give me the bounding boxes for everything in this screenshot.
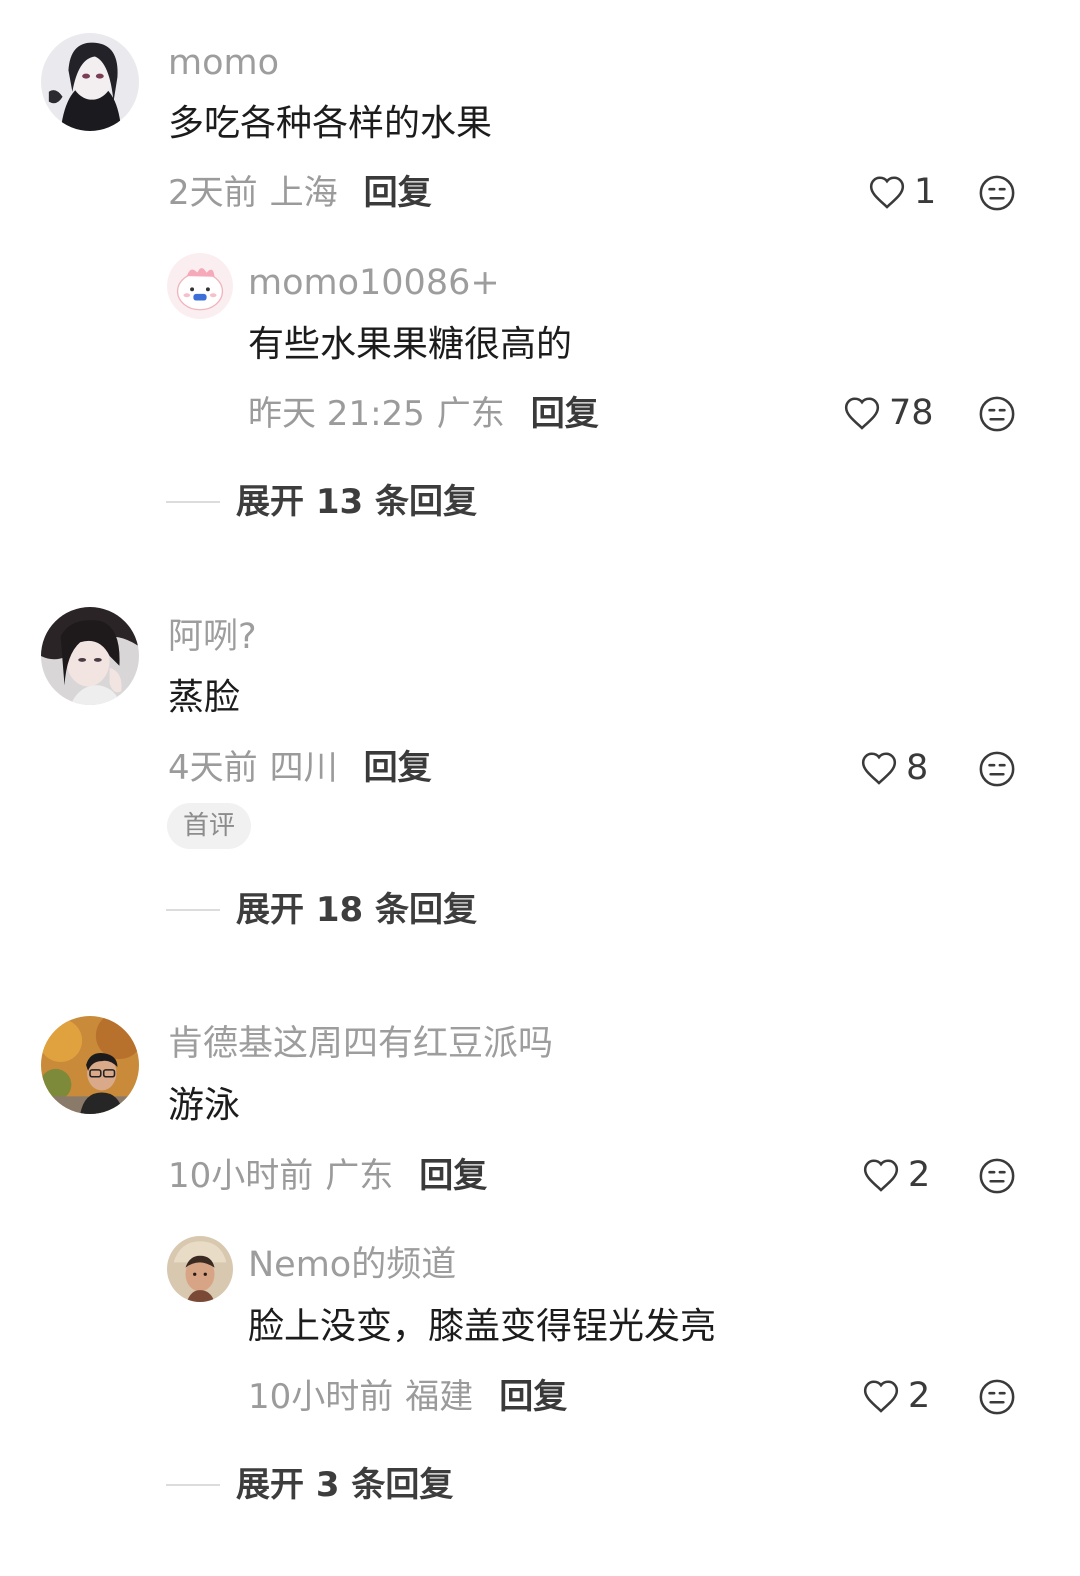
dislike-button[interactable] [978, 174, 1016, 212]
like-count: 8 [906, 747, 929, 788]
comment-location: 四川 [269, 748, 338, 788]
reply-text: 脸上没变，膝盖变得锃光发亮 [248, 1306, 717, 1347]
heart-outline-icon [869, 176, 905, 209]
expand-replies-button[interactable]: 展开 18 条回复 [166, 893, 477, 927]
comment-username[interactable]: momo [168, 46, 279, 81]
comment-meta: 2天前 上海 回复 [168, 176, 432, 210]
comment-meta: 10小时前 广东 回复 [168, 1159, 487, 1193]
comment-text: 多吃各种各样的水果 [168, 103, 493, 144]
reply-time: 昨天 21:25 [248, 394, 425, 434]
reply-meta: 10小时前 福建 回复 [248, 1380, 567, 1414]
avatar[interactable] [167, 253, 233, 319]
reply-location: 福建 [405, 1377, 474, 1417]
avatar[interactable] [41, 33, 139, 131]
dislike-button[interactable] [978, 395, 1016, 433]
expand-replies-button[interactable]: 展开 13 条回复 [166, 485, 477, 519]
meh-face-icon [979, 1158, 1015, 1194]
first-comment-badge: 首评 [167, 803, 252, 849]
meh-face-icon [979, 751, 1015, 787]
heart-outline-icon [863, 1159, 899, 1192]
divider [166, 909, 220, 911]
meh-face-icon [979, 396, 1015, 432]
heart-outline-icon [863, 1380, 899, 1413]
avatar[interactable] [41, 1016, 139, 1114]
comment-username[interactable]: 肯德基这周四有红豆派吗 [168, 1027, 553, 1062]
comment-username[interactable]: 阿咧? [168, 620, 257, 655]
reply-username[interactable]: momo10086+ [248, 266, 500, 301]
reply-button[interactable]: 回复 [364, 173, 432, 213]
like-button[interactable]: 8 [860, 750, 928, 786]
like-button[interactable]: 1 [868, 174, 936, 210]
reply-button[interactable]: 回复 [531, 394, 599, 434]
comment-time: 2天前 [168, 173, 258, 213]
reply-text: 有些水果果糖很高的 [248, 324, 573, 365]
like-button[interactable]: 2 [862, 1157, 930, 1193]
like-count: 78 [889, 392, 934, 433]
divider [166, 501, 220, 503]
meh-face-icon [979, 175, 1015, 211]
dislike-button[interactable] [978, 1378, 1016, 1416]
reply-username[interactable]: Nemo的频道 [248, 1248, 456, 1283]
avatar[interactable] [41, 607, 139, 705]
dislike-button[interactable] [978, 750, 1016, 788]
heart-outline-icon [861, 752, 897, 785]
dislike-button[interactable] [978, 1157, 1016, 1195]
comment-text: 蒸脸 [168, 677, 241, 718]
avatar[interactable] [167, 1236, 233, 1302]
heart-outline-icon [844, 397, 880, 430]
reply-location: 广东 [436, 394, 505, 434]
like-count: 2 [908, 1375, 931, 1416]
expand-replies-label: 展开 18 条回复 [236, 890, 477, 930]
expand-replies-button[interactable]: 展开 3 条回复 [166, 1468, 453, 1502]
like-button[interactable]: 78 [843, 395, 934, 431]
like-count: 2 [908, 1154, 931, 1195]
reply-button[interactable]: 回复 [364, 748, 432, 788]
comment-location: 上海 [269, 173, 338, 213]
meh-face-icon [979, 1379, 1015, 1415]
comment-text: 游泳 [168, 1085, 241, 1126]
comment-time: 10小时前 [168, 1156, 314, 1196]
expand-replies-label: 展开 3 条回复 [236, 1465, 454, 1505]
divider [166, 1484, 220, 1486]
reply-button[interactable]: 回复 [499, 1377, 567, 1417]
reply-time: 10小时前 [248, 1377, 394, 1417]
reply-button[interactable]: 回复 [419, 1156, 487, 1196]
comment-location: 广东 [325, 1156, 394, 1196]
like-button[interactable]: 2 [862, 1378, 930, 1414]
comment-meta: 4天前 四川 回复 [168, 751, 432, 785]
comment-time: 4天前 [168, 748, 258, 788]
like-count: 1 [914, 171, 937, 212]
reply-meta: 昨天 21:25 广东 回复 [248, 397, 599, 431]
expand-replies-label: 展开 13 条回复 [236, 482, 477, 522]
